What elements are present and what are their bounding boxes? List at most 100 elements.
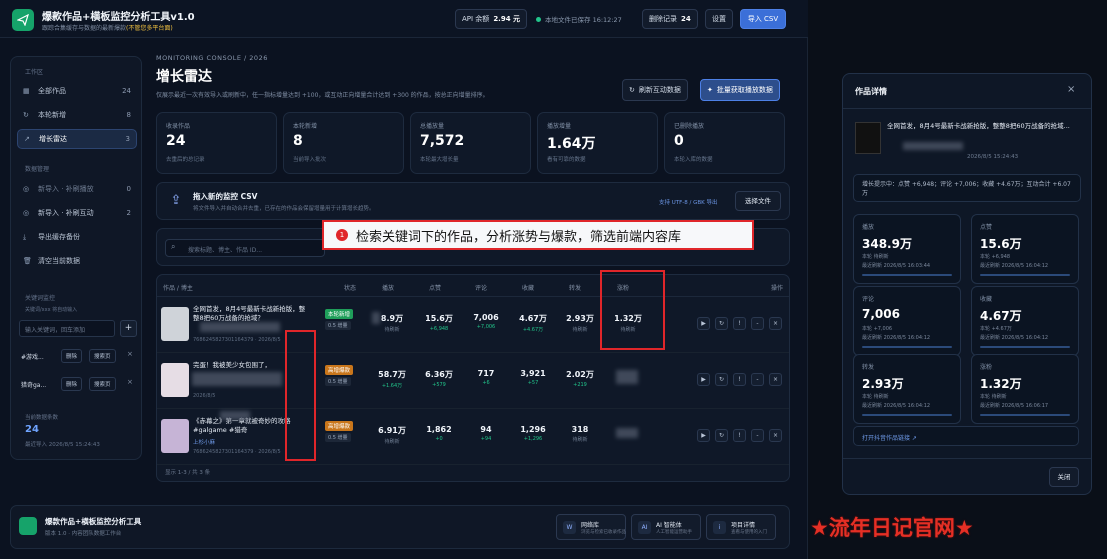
detail-panel: 作品详情 × 全网首发，8月4号最新卡战新抢版，整整8把60万战备的抢域... … — [842, 73, 1092, 495]
refresh-icon[interactable]: ↻ — [715, 317, 728, 330]
annotation-badge: 1 — [336, 229, 348, 241]
play-icon[interactable]: ▶ — [697, 373, 710, 386]
batch-fetch-button[interactable]: ✦ 批量获取播放数据 — [700, 79, 780, 101]
metric-card: 收藏 4.67万 本轮 +4.67万 最近刷新 2026/8/5 16:04:12 — [971, 286, 1079, 356]
column-header[interactable]: 转发 — [569, 283, 581, 292]
stat-card: 本轮新增 8 当前导入批次 — [283, 112, 404, 174]
stat-label: 本轮新增 — [293, 123, 318, 130]
app-logo-icon — [12, 9, 34, 31]
cell-like: 15.6万 +6,948 — [425, 314, 453, 332]
download-icon: ⤓ — [23, 232, 27, 241]
stat-note: 本轮最大增长量 — [420, 157, 459, 163]
info-icon[interactable]: ! — [733, 373, 746, 386]
refresh-icon[interactable]: ↻ — [715, 373, 728, 386]
column-header[interactable]: 作品 / 博主 — [163, 283, 193, 292]
ai-icon: AI — [638, 521, 651, 534]
app-title: 爆款作品+横板监控分析工具v1.0 — [42, 12, 195, 23]
table-row[interactable]: 《赤幕之》第一章就被奇妙的攻略#galgame #猎奇 上杉小麻 7686245… — [157, 409, 789, 465]
refresh-icon: ↻ — [23, 111, 29, 119]
privacy-blur — [192, 372, 282, 386]
metric-card: 转发 2.93万 本轮 待刷新 最近刷新 2026/8/5 16:04:12 — [853, 354, 961, 424]
keyword-hint: 关键词/xxx 将自动输入 — [25, 307, 78, 313]
refresh-interactions-button[interactable]: ↻ 刷新互动数据 — [622, 79, 688, 101]
cell-favorite: 4.67万 +4.67万 — [519, 314, 547, 333]
minus-icon[interactable]: - — [751, 317, 764, 330]
row-author[interactable]: 上杉小麻 — [193, 438, 215, 446]
column-header[interactable]: 播放 — [382, 283, 394, 292]
stat-card: 总播放量 7,572 本轮最大增长量 — [410, 112, 531, 174]
add-keyword-button[interactable]: + — [120, 320, 137, 337]
page-description: 仅展示最近一次有效导入或刷新中，任一指标增量达到 +100，或互动正向增量合计达… — [156, 92, 489, 99]
refresh-icon[interactable]: ↻ — [715, 429, 728, 442]
choose-file-button[interactable]: 选择文件 — [735, 191, 781, 211]
stat-value: 1.64万 — [547, 136, 596, 152]
column-header[interactable]: 状态 — [344, 283, 356, 292]
sidebar-item-all[interactable]: ▦ 全部作品 24 — [17, 81, 137, 101]
close-icon[interactable]: × — [769, 373, 782, 386]
import-csv-button[interactable]: 导入 CSV — [740, 9, 786, 29]
column-header[interactable]: 点赞 — [429, 283, 441, 292]
close-icon[interactable]: × — [769, 317, 782, 330]
app-logo-icon — [19, 517, 37, 535]
sidebar-item-new[interactable]: ↻ 本轮新增 8 — [17, 105, 137, 125]
table-header: 作品 / 博主 状态 播放 点赞 评论 收藏 转发 涨粉 操作 — [157, 275, 789, 297]
video-thumbnail — [161, 419, 189, 453]
cell-comment: 94 +94 — [480, 425, 492, 442]
stat-value: 0 — [674, 133, 684, 149]
sidebar-item-growth-radar[interactable]: ↗ 增长雷达 3 — [17, 129, 137, 149]
annotation-box-fans — [600, 270, 665, 350]
import-description: 将文件导入并自动合并去重，已存在的作品会保留增量用于计算增长趋势。 — [193, 206, 375, 212]
import-dropzone[interactable]: ⇪ 拖入新的监控 CSV 将文件导入并自动合并去重，已存在的作品会保留增量用于计… — [156, 182, 790, 220]
search-icon: ⌕ — [171, 242, 176, 251]
close-icon[interactable]: × — [127, 350, 133, 358]
close-icon[interactable]: × — [769, 429, 782, 442]
column-header[interactable]: 收藏 — [522, 283, 534, 292]
ai-agent-button[interactable]: AI AI 智能体 人工智能运营助手 — [631, 514, 701, 540]
watermark: ★流年日记官网★ — [810, 516, 974, 540]
cell-favorite: 3,921 +57 — [520, 369, 546, 386]
metric-bar — [862, 346, 952, 348]
metric-bar — [980, 346, 1070, 348]
keyword-delete-button[interactable]: 删除 — [61, 377, 83, 391]
keyword-search-button[interactable]: 搜索页 — [89, 377, 116, 391]
increment-badge: 0.5 增量 — [325, 321, 351, 330]
play-icon[interactable]: ▶ — [697, 429, 710, 442]
network-library-button[interactable]: W 网络库 浏览与检索已收录作品 — [556, 514, 626, 540]
section-workspace-label: 工作区 — [25, 69, 44, 76]
globe-icon: ◎ — [23, 209, 30, 217]
close-button[interactable]: 关闭 — [1049, 467, 1079, 487]
refresh-icon: ↻ — [629, 86, 635, 94]
sidebar-item-refresh-play[interactable]: ◎ 新导入 · 补刷播放 0 — [17, 179, 137, 199]
delete-records-button[interactable]: 删除记录 24 — [642, 9, 698, 29]
sidebar-item-refresh-interact[interactable]: ◎ 新导入 · 补刷互动 2 — [17, 203, 137, 223]
play-icon[interactable]: ▶ — [697, 317, 710, 330]
stat-card: 收录作品 24 去重后的总记录 — [156, 112, 277, 174]
open-link-button[interactable]: 打开抖音作品链接 ↗ — [853, 426, 1079, 446]
increment-badge: 0.5 增量 — [325, 433, 351, 442]
keyword-delete-button[interactable]: 删除 — [61, 349, 83, 363]
search-input[interactable]: 搜索标题、博主、作品 ID... — [165, 239, 325, 257]
row-title[interactable]: 全网首发，8月4号最新卡战新抢版，整整8把60万战备的抢域？ — [193, 305, 311, 323]
stat-value: 7,572 — [420, 133, 465, 149]
info-icon[interactable]: ! — [733, 317, 746, 330]
status-badge: 本轮新增 — [325, 309, 354, 319]
keyword-search-button[interactable]: 搜索页 — [89, 349, 116, 363]
cell-play: 6.91万 待刷新 — [378, 426, 406, 445]
privacy-blur — [616, 370, 638, 384]
close-icon[interactable]: × — [127, 378, 133, 386]
close-icon[interactable]: × — [1067, 84, 1075, 95]
save-status: 本地文件已保存 16:12:27 — [536, 14, 622, 24]
cell-like: 1,862 +0 — [426, 425, 452, 442]
minus-icon[interactable]: - — [751, 429, 764, 442]
info-icon[interactable]: ! — [733, 429, 746, 442]
section-data-label: 数据管理 — [25, 166, 50, 173]
sidebar-item-clear[interactable]: 🗑 清空当前数据 — [17, 251, 137, 271]
column-header[interactable]: 评论 — [475, 283, 487, 292]
project-details-button[interactable]: i 项目详情 查看与使用的入门 — [706, 514, 776, 540]
minus-icon[interactable]: - — [751, 373, 764, 386]
annotation-banner: 1 检索关键词下的作品，分析涨势与爆款，筛选前端内容库 — [322, 220, 754, 250]
settings-button[interactable]: 设置 — [705, 9, 733, 29]
trend-icon: ↗ — [24, 135, 30, 143]
sidebar-item-export[interactable]: ⤓ 导出缓存备份 — [17, 227, 137, 247]
keyword-input[interactable]: 输入关键词，回车添加 — [19, 320, 115, 337]
